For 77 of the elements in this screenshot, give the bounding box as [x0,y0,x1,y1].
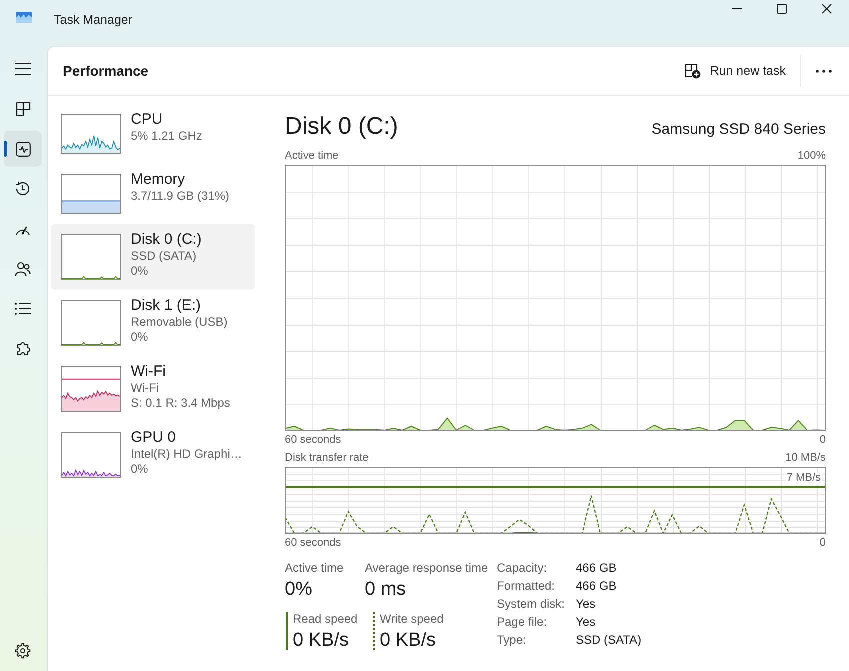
graph-title: Disk transfer rate [285,452,369,465]
property-label: Formatted: [497,579,556,593]
more-icon [816,70,832,72]
history-icon [15,181,31,197]
property-label: Type: [497,633,528,647]
stat-label: Average response time [365,561,488,576]
device-name: Wi-Fi [131,363,167,381]
run-new-task-button[interactable]: Run new task [676,56,795,86]
stat-label: Read speed [293,612,358,626]
dotted-line-icon [373,612,375,650]
usage-sparkline [61,174,121,214]
property-value: SSD (SATA) [576,633,642,647]
solid-line-icon [286,612,288,650]
stat-value: 0 KB/s [380,629,437,653]
page-title: Performance [63,63,149,79]
usage-sparkline [61,300,121,346]
property-label: Page file: [497,615,548,629]
scale-label: 0 [820,537,826,550]
property-value: 466 GB [576,579,618,593]
usage-sparkline [61,114,121,154]
maximize-icon [776,4,786,14]
window-plus-icon [685,63,702,79]
property-label: System disk: [497,597,566,611]
menu-icon [15,63,31,75]
list-icon [15,303,31,315]
property-value: Yes [576,597,597,611]
pulse-icon [16,142,30,156]
device-item[interactable]: Memory 3.7/11.9 GB (31%) [51,164,255,224]
reference-label: 7 MB/s [786,472,822,486]
device-detail: Removable (USB) [131,315,228,330]
scale-label: 100% [798,150,826,163]
device-detail: Intel(R) HD Graphi… [131,447,242,462]
usage-sparkline [61,234,121,280]
device-detail: S: 0.1 R: 3.4 Mbps [131,396,230,411]
settings-icon [15,643,31,659]
property-label: Capacity: [497,561,548,575]
usage-sparkline [61,366,121,412]
device-name: GPU 0 [131,429,178,447]
window-title: Task Manager [54,12,133,28]
puzzle-icon [15,341,31,357]
stat-value: 0 ms [365,578,408,602]
usage-sparkline [61,432,121,478]
device-detail: SSD (SATA) [131,249,198,264]
graph-title: Active time [285,150,339,163]
minimize-icon [732,8,742,9]
device-detail: 0% [131,462,150,477]
device-detail: Wi-Fi [131,381,160,396]
device-name: Disk 0 (C:) [131,231,202,249]
device-name: Disk 1 (E:) [131,297,202,315]
device-item[interactable]: Wi-Fi Wi-Fi S: 0.1 R: 3.4 Mbps [51,356,255,422]
device-name: Memory [131,171,186,189]
device-detail: 3.7/11.9 GB (31%) [131,189,230,204]
graph-icon [16,12,32,23]
stat-value: 0% [285,578,314,602]
property-value: Yes [576,615,597,629]
stat-label: Write speed [380,612,444,626]
device-detail: 5% 1.21 GHz [131,129,202,144]
nav-tab[interactable] [4,131,42,167]
close-icon [822,4,832,14]
time-span-label: 60 seconds [285,434,342,447]
device-detail: 0% [131,264,150,279]
stat-label: Active time [285,561,345,576]
device-name: CPU [131,111,164,129]
device-model: Samsung SSD 840 Series [652,120,826,140]
device-item[interactable]: CPU 5% 1.21 GHz [51,104,255,164]
device-item[interactable]: Disk 1 (E:) Removable (USB) 0% [51,290,255,356]
device-item[interactable]: GPU 0 Intel(R) HD Graphi… 0% [51,422,255,488]
scale-label: 10 MB/s [786,452,826,465]
tiles-icon [16,102,30,116]
time-span-label: 60 seconds [285,537,342,550]
people-icon [15,262,31,276]
property-value: 466 GB [576,561,618,575]
stat-value: 0 KB/s [293,629,350,653]
device-detail: 0% [131,330,150,345]
device-title: Disk 0 (C:) [285,112,398,142]
scale-label: 0 [820,434,826,447]
device-item[interactable]: Disk 0 (C:) SSD (SATA) 0% [51,224,255,290]
